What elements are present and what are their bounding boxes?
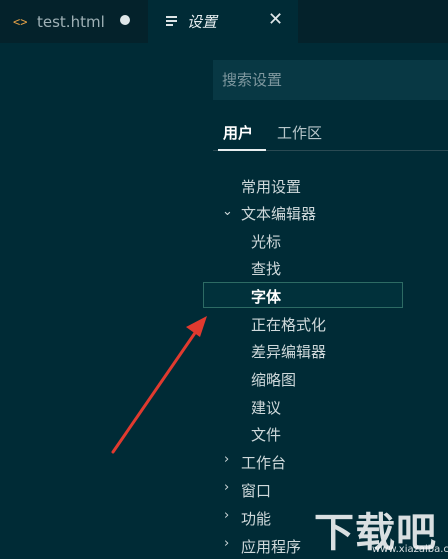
watermark-domain: www.xiazaiba.com [372,544,448,555]
watermark: 下载吧 www.xiazaiba.com [314,500,448,559]
red-arrow-annotation [111,316,207,454]
